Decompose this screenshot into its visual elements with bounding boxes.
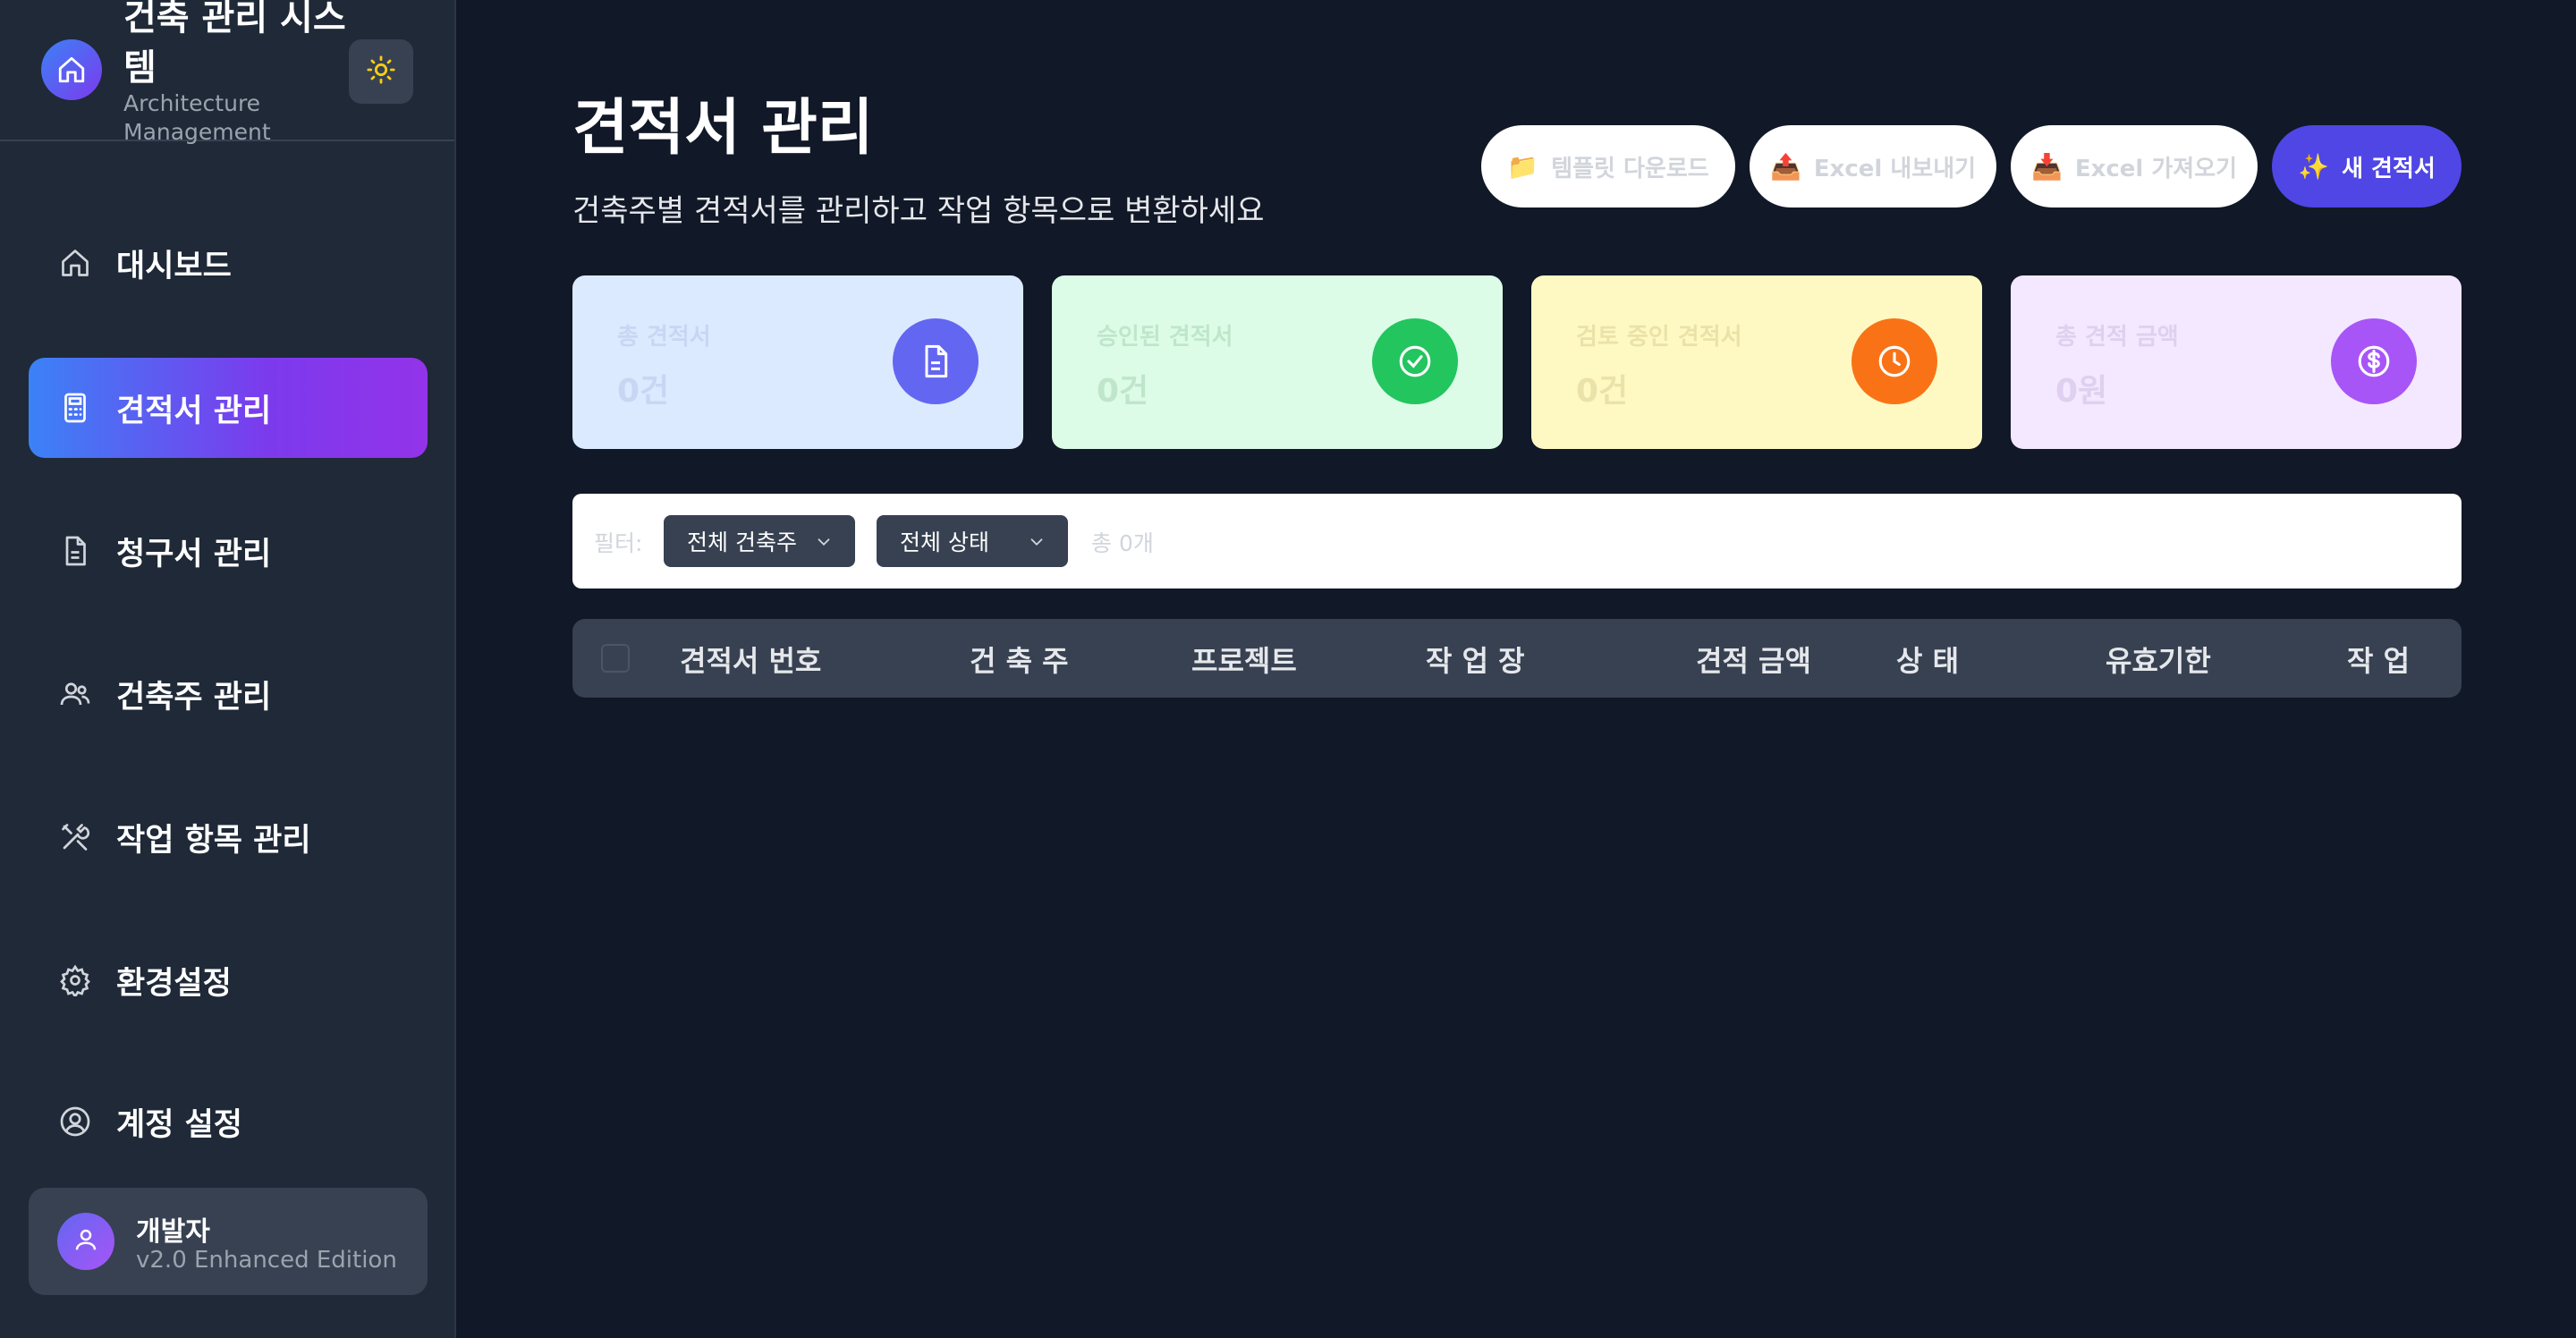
check-circle-icon xyxy=(1372,318,1458,404)
sun-icon xyxy=(366,55,396,89)
stat-label: 승인된 견적서 xyxy=(1097,324,1233,351)
sidebar-item-estimates[interactable]: 견적서 관리 xyxy=(29,358,428,458)
gear-icon xyxy=(59,964,91,996)
column-header[interactable]: 견적 금액 xyxy=(1696,639,1811,680)
sidebar-item-label: 대시보드 xyxy=(116,248,232,284)
stat-value: 0건 xyxy=(1097,373,1149,410)
column-header[interactable]: 작 업 장 xyxy=(1426,639,1525,680)
brand-subtitle: Architecture Management xyxy=(123,90,271,145)
sidebar-item-label: 건축주 관리 xyxy=(116,679,272,716)
brand-title: 건축 관리 시스템 xyxy=(123,0,346,89)
stat-card-approved: 승인된 견적서 0건 xyxy=(1052,275,1503,449)
sidebar-item-invoices[interactable]: 청구서 관리 xyxy=(29,501,428,601)
folder-icon: 📁 xyxy=(1507,151,1539,182)
dollar-icon xyxy=(2331,318,2417,404)
filter-label: 필터: xyxy=(594,530,643,556)
stat-label: 총 견적 금액 xyxy=(2055,324,2179,351)
stat-card-total: 총 견적서 0건 xyxy=(572,275,1023,449)
stat-value: 0건 xyxy=(1576,373,1629,410)
document-icon xyxy=(59,535,91,567)
column-header[interactable]: 작 업 xyxy=(2347,639,2410,680)
user-icon xyxy=(72,1226,99,1257)
button-label: 새 견적서 xyxy=(2342,155,2436,182)
button-label: Excel 가져오기 xyxy=(2074,155,2238,182)
sparkles-icon: ✨ xyxy=(2298,151,2330,182)
stat-card-reviewing: 검토 중인 견적서 0건 xyxy=(1531,275,1982,449)
result-count: 총 0개 xyxy=(1091,530,1154,556)
select-all-checkbox[interactable] xyxy=(601,644,630,673)
sidebar: 건축 관리 시스템 Architecture Management 대시보드 견… xyxy=(0,0,456,1338)
column-header[interactable]: 유효기한 xyxy=(2106,639,2211,680)
user-name: 개발자 xyxy=(136,1216,210,1248)
chevron-down-icon xyxy=(1027,531,1046,557)
clock-icon xyxy=(1852,318,1937,404)
sidebar-item-label: 환경설정 xyxy=(116,965,232,1002)
document-icon xyxy=(893,318,979,404)
chevron-down-icon xyxy=(814,531,834,557)
sidebar-item-clients[interactable]: 건축주 관리 xyxy=(29,644,428,744)
select-value: 전체 건축주 xyxy=(687,529,797,555)
stat-card-amount: 총 견적 금액 0원 xyxy=(2011,275,2462,449)
home-icon[interactable] xyxy=(41,39,102,100)
page-description: 건축주별 견적서를 관리하고 작업 항목으로 변환하세요 xyxy=(572,193,1265,229)
button-label: Excel 내보내기 xyxy=(1813,155,1977,182)
user-edition: v2.0 Enhanced Edition xyxy=(136,1247,397,1274)
sidebar-item-label: 견적서 관리 xyxy=(116,393,272,429)
home-icon xyxy=(59,247,91,279)
excel-import-button[interactable]: 📥 Excel 가져오기 xyxy=(2011,125,2258,207)
avatar xyxy=(57,1213,114,1270)
page-title: 견적서 관리 xyxy=(572,93,874,164)
sidebar-item-label: 청구서 관리 xyxy=(116,536,272,572)
status-filter-select[interactable]: 전체 상태 xyxy=(877,515,1068,567)
user-profile-card[interactable]: 개발자 v2.0 Enhanced Edition xyxy=(29,1188,428,1295)
select-value: 전체 상태 xyxy=(900,529,989,555)
tools-icon xyxy=(59,821,91,853)
export-icon: 📤 xyxy=(1769,151,1801,182)
client-filter-select[interactable]: 전체 건축주 xyxy=(664,515,855,567)
button-label: 템플릿 다운로드 xyxy=(1551,155,1709,182)
new-estimate-button[interactable]: ✨ 새 견적서 xyxy=(2272,125,2462,207)
import-icon: 📥 xyxy=(2030,151,2063,182)
sidebar-item-work-items[interactable]: 작업 항목 관리 xyxy=(29,787,428,887)
excel-export-button[interactable]: 📤 Excel 내보내기 xyxy=(1750,125,1996,207)
sidebar-item-account[interactable]: 계정 설정 xyxy=(29,1071,428,1172)
column-header[interactable]: 프로젝트 xyxy=(1191,639,1297,680)
column-header[interactable]: 건 축 주 xyxy=(970,639,1069,680)
filter-bar: 필터: 전체 건축주 전체 상태 총 0개 xyxy=(572,494,2462,589)
table-header: 견적서 번호 건 축 주 프로젝트 작 업 장 견적 금액 상 태 유효기한 작… xyxy=(572,619,2462,698)
users-icon xyxy=(59,678,91,710)
stat-label: 총 견적서 xyxy=(617,324,711,351)
template-download-button[interactable]: 📁 템플릿 다운로드 xyxy=(1481,125,1735,207)
sidebar-item-label: 작업 항목 관리 xyxy=(116,822,311,859)
column-header[interactable]: 견적서 번호 xyxy=(680,639,821,680)
sidebar-item-label: 계정 설정 xyxy=(116,1106,242,1143)
theme-toggle-button[interactable] xyxy=(349,39,413,104)
stat-value: 0원 xyxy=(2055,373,2108,410)
sidebar-item-dashboard[interactable]: 대시보드 xyxy=(29,213,428,313)
stat-value: 0건 xyxy=(617,373,670,410)
sidebar-item-settings[interactable]: 환경설정 xyxy=(29,930,428,1030)
brand-header: 건축 관리 시스템 Architecture Management xyxy=(0,0,454,145)
stat-label: 검토 중인 견적서 xyxy=(1576,324,1742,351)
column-header[interactable]: 상 태 xyxy=(1896,639,1959,680)
user-circle-icon xyxy=(59,1105,91,1138)
calculator-icon xyxy=(59,392,91,424)
